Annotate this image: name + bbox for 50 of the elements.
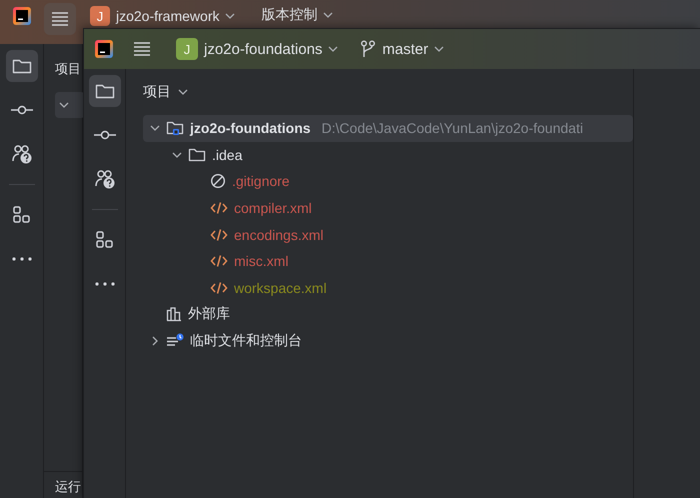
- panel-title: 项目: [55, 60, 81, 78]
- code-file-icon: [210, 280, 228, 295]
- tree-item[interactable]: .idea: [143, 142, 633, 168]
- file-name: .idea: [211, 146, 242, 163]
- file-name: 外部库: [187, 305, 230, 324]
- file-name: encodings.xml: [233, 226, 324, 243]
- commit-icon: [94, 130, 116, 140]
- tree-item[interactable]: 临时文件和控制台: [143, 328, 633, 354]
- folder-icon: [94, 83, 114, 99]
- ignored-file-icon: [210, 173, 226, 190]
- commit-icon: [10, 105, 32, 115]
- file-name: 临时文件和控制台: [189, 332, 302, 350]
- code-file-icon: [210, 254, 228, 268]
- menu-icon: [133, 41, 151, 57]
- panel-title: 项目: [143, 83, 171, 101]
- branch-icon: [360, 40, 376, 58]
- file-name: .gitignore: [231, 173, 290, 190]
- file-path: D:\Code\JavaCode\YunLan\jzo2o-foundati: [322, 120, 584, 136]
- menu-icon: [51, 11, 69, 27]
- project-avatar: J: [176, 38, 198, 60]
- project-switcher[interactable]: J jzo2o-framework: [90, 6, 236, 26]
- file-name: jzo2o-foundations: [189, 120, 311, 136]
- branch-switcher[interactable]: master: [360, 40, 444, 58]
- people-question-icon: [94, 169, 116, 189]
- code-file-icon: [210, 201, 228, 216]
- panel-title: 运行: [55, 479, 81, 494]
- tree-item[interactable]: workspace.xml: [143, 274, 633, 302]
- folder-icon: [12, 58, 32, 74]
- structure-icon: [12, 206, 30, 224]
- file-name: workspace.xml: [233, 280, 327, 296]
- app-logo-icon[interactable]: [12, 6, 32, 26]
- folder-icon: [188, 146, 206, 163]
- project-avatar: J: [90, 6, 110, 26]
- main-menu-button[interactable]: [44, 3, 76, 35]
- structure-icon: [96, 231, 114, 249]
- people-question-icon: [10, 144, 32, 164]
- app-logo-icon[interactable]: [94, 39, 114, 59]
- code-file-icon: [210, 228, 228, 242]
- library-icon: [166, 306, 182, 322]
- tool-window-button[interactable]: [88, 75, 120, 107]
- project-switcher[interactable]: J jzo2o-foundations: [176, 38, 338, 60]
- tree-item[interactable]: jzo2o-foundations D:\Code\JavaCode\YunLan\jzo2o-foundati: [143, 115, 633, 142]
- tree-item[interactable]: 外部库: [143, 301, 633, 328]
- file-name: compiler.xml: [233, 200, 312, 216]
- vcs-menu[interactable]: 版本控制: [261, 6, 334, 24]
- file-name: misc.xml: [233, 253, 288, 270]
- more-icon: [12, 257, 32, 261]
- more-icon: [94, 282, 114, 286]
- tool-window-button[interactable]: [6, 50, 38, 82]
- module-folder-icon: [166, 120, 184, 136]
